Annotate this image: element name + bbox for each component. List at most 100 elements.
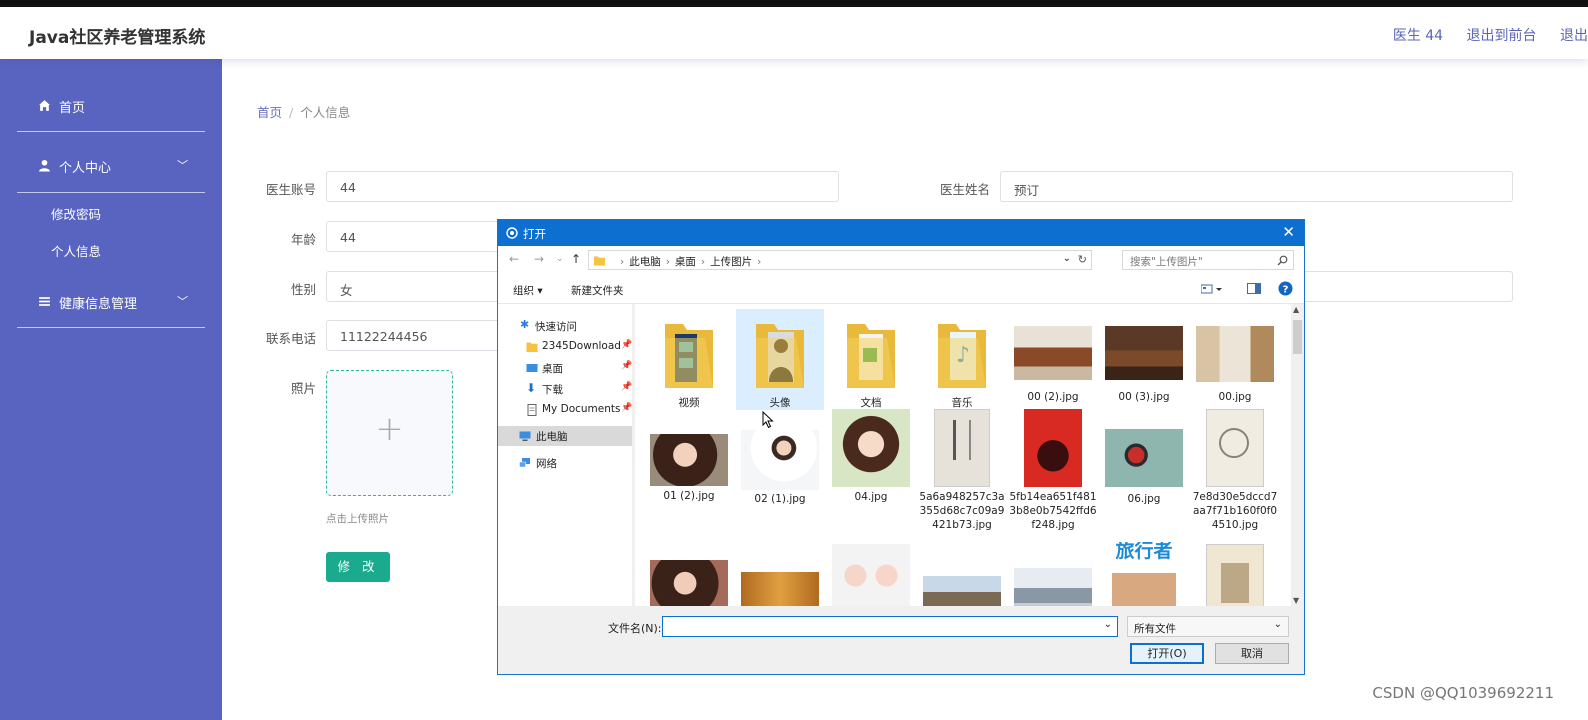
file-item-image[interactable]: 00.jpg — [1191, 326, 1279, 404]
nav-downloads-label: 下载 — [542, 384, 563, 396]
filename-input[interactable]: ⌄ — [662, 616, 1118, 637]
close-icon[interactable]: ✕ — [1282, 223, 1295, 241]
top-strip — [0, 0, 1588, 7]
image-thumbnail — [1014, 326, 1092, 380]
filetype-select[interactable]: 所有文件 ⌄ — [1127, 616, 1289, 637]
music-folder-icon: ♪ — [938, 324, 986, 388]
file-item-image[interactable]: 01 (2).jpg — [645, 434, 733, 503]
path-this-pc[interactable]: 此电脑 — [629, 256, 661, 268]
photo-upload-box[interactable]: + — [326, 370, 453, 496]
sidebar-item-health-mgmt-label: 健康信息管理 — [59, 297, 138, 312]
image-thumbnail — [1196, 326, 1274, 382]
file-item-video-folder[interactable]: 视频 — [645, 316, 733, 410]
name-field[interactable]: 预订 — [1000, 171, 1513, 202]
nav-quick-access[interactable]: ✱ 快速访问 — [498, 316, 632, 336]
new-folder-button[interactable]: 新建文件夹 — [571, 283, 624, 298]
sidebar-item-personal-center[interactable]: 个人中心 ﹀ — [17, 157, 205, 177]
current-user-link[interactable]: 医生 44 — [1393, 28, 1443, 44]
recent-dropdown-icon[interactable]: ⌄ — [556, 254, 564, 264]
file-item-image[interactable] — [736, 572, 824, 606]
document-folder-icon — [847, 324, 895, 388]
file-name: 01 (2).jpg — [663, 490, 715, 502]
file-item-image[interactable]: 5fb14ea651f4813b8e0b7542ffd6f248.jpg — [1009, 409, 1097, 532]
cancel-button[interactable]: 取消 — [1215, 643, 1289, 664]
up-arrow-icon[interactable]: ↑ — [571, 252, 581, 266]
breadcrumb: 首页 / 个人信息 — [257, 102, 350, 121]
file-item-document-folder[interactable]: 文档 — [827, 316, 915, 410]
file-open-dialog: 打开 ✕ ← → ⌄ ↑ › 此电脑 › 桌面 › 上传图片 › ⌄ ↻ 搜索"上传图片" … — [497, 219, 1305, 675]
file-item-image[interactable] — [827, 544, 915, 606]
logout-link[interactable]: 退出 — [1560, 28, 1588, 44]
phone-field[interactable]: 11122244456 — [326, 320, 506, 351]
preview-pane-icon[interactable] — [1247, 283, 1261, 294]
form-field-right[interactable] — [1300, 271, 1513, 302]
file-item-image[interactable]: 00 (3).jpg — [1100, 326, 1188, 404]
nav-my-documents[interactable]: My Documents 📌 — [498, 400, 632, 420]
file-item-image[interactable] — [645, 560, 733, 606]
breadcrumb-home[interactable]: 首页 — [257, 105, 282, 120]
back-to-front-link[interactable]: 退出到前台 — [1467, 28, 1537, 44]
scroll-down-icon[interactable]: ▼ — [1293, 596, 1299, 605]
pin-icon: 📌 — [621, 340, 633, 350]
name-label: 医生姓名 — [939, 182, 990, 197]
scroll-thumb[interactable] — [1293, 320, 1302, 354]
file-item-image[interactable] — [1009, 568, 1097, 606]
image-thumbnail — [1014, 568, 1092, 606]
dialog-titlebar[interactable]: 打开 ✕ — [498, 220, 1304, 246]
sidebar-item-personal-info[interactable]: 个人信息 — [51, 241, 101, 260]
file-item-image[interactable]: 00 (2).jpg — [1009, 326, 1097, 404]
help-icon[interactable]: ? — [1278, 281, 1293, 296]
sidebar-item-health-mgmt[interactable]: 健康信息管理 ﹀ — [17, 293, 205, 313]
sidebar-item-home[interactable]: 首页 — [17, 97, 205, 117]
gender-select[interactable]: 女 — [326, 271, 506, 302]
nav-my-documents-label: My Documents — [542, 403, 621, 415]
view-options-icon[interactable] — [1201, 284, 1223, 294]
file-item-image[interactable]: 旅行者 — [1100, 542, 1188, 606]
file-name: 00 (2).jpg — [1027, 391, 1079, 403]
image-thumbnail — [1206, 409, 1264, 487]
nav-this-pc[interactable]: 此电脑 — [498, 426, 632, 446]
refresh-icon[interactable]: ↻ — [1078, 253, 1087, 266]
submit-button[interactable]: 修 改 — [326, 552, 390, 582]
chevron-down-icon[interactable]: ⌄ — [1063, 253, 1071, 264]
address-path: › 此电脑 › 桌面 › 上传图片 › — [620, 256, 762, 268]
age-field[interactable]: 44 — [326, 221, 506, 252]
file-item-image[interactable]: 04.jpg — [827, 409, 915, 504]
scroll-up-icon[interactable]: ▲ — [1293, 305, 1299, 314]
file-name: 视频 — [678, 397, 700, 409]
forward-arrow-icon[interactable]: → — [534, 252, 544, 266]
file-item-image[interactable]: 7e8d30e5dccd7aa7f71b160f0f04510.jpg — [1191, 409, 1279, 532]
file-item-image[interactable]: 06.jpg — [1100, 429, 1188, 506]
sidebar-item-change-password[interactable]: 修改密码 — [51, 204, 101, 223]
account-field[interactable]: 44 — [326, 171, 839, 202]
account-label: 医生账号 — [265, 182, 316, 197]
path-desktop[interactable]: 桌面 — [675, 256, 696, 268]
open-button[interactable]: 打开(O) — [1130, 643, 1204, 664]
back-arrow-icon[interactable]: ← — [509, 252, 519, 266]
file-item-avatar-folder[interactable]: 头像 — [736, 309, 824, 410]
file-item-music-folder[interactable]: ♪ 音乐 — [918, 316, 1006, 410]
file-name: 5fb14ea651f4813b8e0b7542ffd6f248.jpg — [1009, 491, 1097, 531]
search-input[interactable]: 搜索"上传图片" — [1122, 250, 1294, 270]
nav-2345download[interactable]: 2345Download 📌 — [498, 337, 632, 357]
document-icon — [527, 404, 537, 416]
file-item-image[interactable]: 02 (1).jpg — [736, 430, 824, 506]
image-thumbnail: 旅行者 — [1112, 542, 1176, 606]
pin-icon: 📌 — [621, 382, 633, 392]
vertical-scrollbar[interactable]: ▲ ▼ — [1291, 304, 1304, 606]
address-bar[interactable]: › 此电脑 › 桌面 › 上传图片 › ⌄ ↻ — [588, 250, 1092, 270]
file-item-image[interactable]: 5a6a948257c3a355d68c7c09a9421b73.jpg — [918, 409, 1006, 532]
nav-this-pc-label: 此电脑 — [536, 431, 568, 443]
app-title: Java社区养老管理系统 — [29, 28, 206, 48]
path-upload-images[interactable]: 上传图片 — [710, 256, 752, 268]
nav-desktop[interactable]: 桌面 📌 — [498, 358, 632, 378]
nav-quick-access-label: 快速访问 — [535, 321, 577, 333]
nav-network[interactable]: 网络 — [498, 453, 632, 473]
file-item-image[interactable] — [1191, 544, 1279, 606]
desktop-icon — [526, 364, 538, 372]
file-item-image[interactable] — [918, 576, 1006, 606]
nav-downloads[interactable]: ⬇ 下载 📌 — [498, 379, 632, 399]
chevron-down-icon[interactable]: ⌄ — [1104, 619, 1112, 630]
organize-button[interactable]: 组织 ▾ — [513, 283, 543, 298]
chevron-down-icon: ﹀ — [177, 295, 188, 308]
